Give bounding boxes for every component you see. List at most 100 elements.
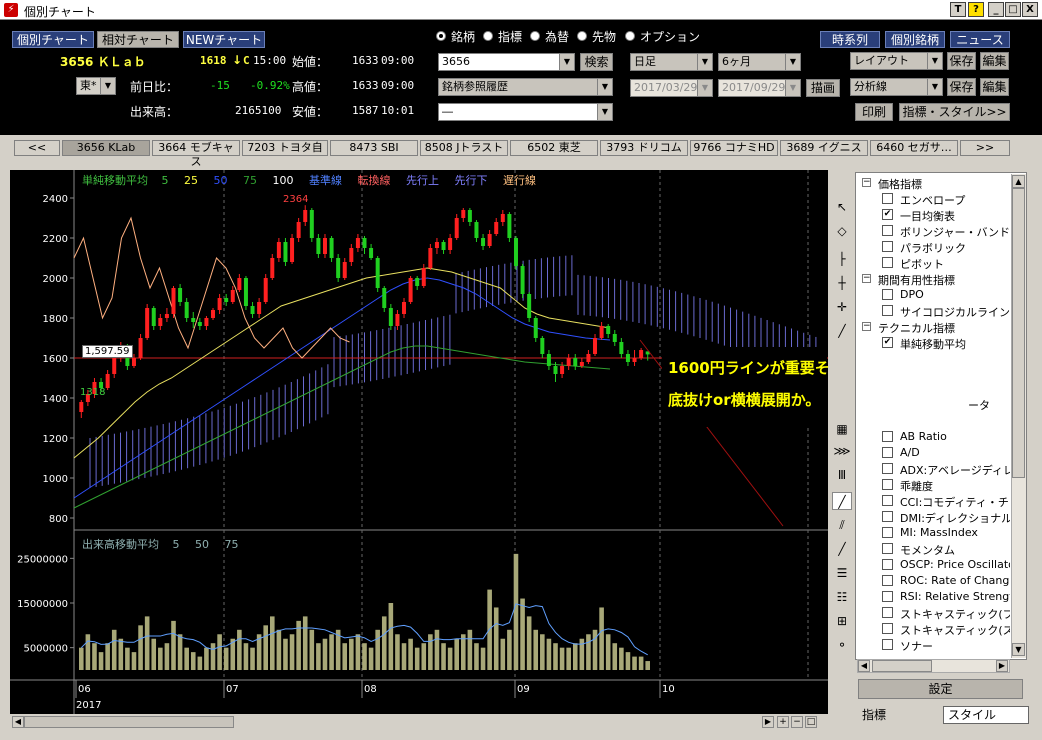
tab-ticker[interactable]: 7203 トヨタ自 bbox=[242, 140, 328, 156]
maximize-button[interactable]: □ bbox=[1005, 2, 1021, 17]
checkbox[interactable] bbox=[882, 225, 893, 236]
indicator-item[interactable]: A/D bbox=[882, 446, 920, 459]
tab-style[interactable]: スタイル bbox=[943, 706, 1029, 724]
indicator-item[interactable]: ROC: Rate of Change bbox=[882, 574, 1010, 587]
indicator-item[interactable]: ストキャスティック(ス bbox=[882, 622, 1010, 638]
collapse-icon[interactable]: − bbox=[862, 322, 871, 331]
indicator-item[interactable]: ソナー bbox=[882, 638, 933, 654]
tab-next[interactable]: >> bbox=[960, 140, 1010, 156]
checkbox[interactable] bbox=[882, 495, 893, 506]
indicator-item[interactable]: パラボリック bbox=[882, 240, 966, 256]
hscroll-thumb[interactable] bbox=[872, 660, 932, 672]
tab-ticker[interactable]: 3656 KLab bbox=[62, 140, 150, 156]
checkbox[interactable] bbox=[882, 431, 893, 442]
date-from[interactable]: 2017/03/29 ▼ bbox=[630, 79, 713, 97]
chart-scroll-thumb[interactable] bbox=[24, 716, 234, 728]
checkbox[interactable] bbox=[882, 289, 893, 300]
code-input[interactable]: 3656 ▼ bbox=[438, 53, 575, 71]
radio-option[interactable] bbox=[625, 31, 635, 41]
checkbox[interactable] bbox=[882, 527, 893, 538]
indicator-item[interactable]: OSCP: Price Oscillato bbox=[882, 558, 1010, 571]
chart-scroll-left-icon[interactable]: ◀ bbox=[12, 716, 24, 728]
indicator-item[interactable]: RSI: Relative Strength bbox=[882, 590, 1010, 603]
tab-new-chart[interactable]: NEWチャート bbox=[183, 31, 265, 48]
checkbox[interactable] bbox=[882, 543, 893, 554]
timeseries-button[interactable]: 時系列 bbox=[820, 31, 880, 48]
fib-ext-icon[interactable]: ☷ bbox=[832, 588, 852, 606]
checkbox[interactable] bbox=[882, 257, 893, 268]
minimize-button[interactable]: _ bbox=[988, 2, 1004, 17]
trendline-icon[interactable]: ╱ bbox=[832, 322, 852, 340]
indicator-group[interactable]: − 期間有用性指標 bbox=[862, 272, 955, 288]
scroll-down-icon[interactable]: ▼ bbox=[1012, 643, 1025, 656]
radio-brand[interactable] bbox=[436, 31, 446, 41]
save-layout-button[interactable]: 保存 bbox=[947, 52, 976, 70]
vline-icon[interactable]: ┼ bbox=[832, 274, 852, 292]
tab-indicator[interactable]: 指標 bbox=[858, 706, 940, 724]
analysis-select[interactable]: 分析線 ▼ bbox=[850, 78, 943, 96]
individual-button[interactable]: 個別銘柄 bbox=[885, 31, 945, 48]
indicator-group[interactable]: − 価格指標 bbox=[862, 176, 922, 192]
period-type-select[interactable]: 日足 ▼ bbox=[630, 53, 713, 71]
checkbox[interactable] bbox=[882, 623, 893, 634]
tab-ticker[interactable]: 8508 Jトラスト bbox=[420, 140, 508, 156]
node-icon[interactable]: ⚬ bbox=[832, 636, 852, 654]
blank-select[interactable]: ― ▼ bbox=[438, 103, 613, 121]
scroll-right-icon[interactable]: ▶ bbox=[996, 660, 1008, 672]
indicator-item[interactable]: サイコロジカルライン bbox=[882, 304, 1010, 320]
tab-relative-chart[interactable]: 相対チャート bbox=[97, 31, 179, 48]
parallel-icon[interactable]: ⫽ bbox=[832, 516, 852, 534]
indicator-item[interactable]: 乖離度 bbox=[882, 478, 933, 494]
zoom-in-icon[interactable]: + bbox=[777, 716, 789, 728]
tab-ticker[interactable]: 8473 SBI bbox=[330, 140, 418, 156]
indicator-item[interactable]: MI: MassIndex bbox=[882, 526, 978, 539]
print-button[interactable]: 印刷 bbox=[855, 103, 893, 121]
indicator-item[interactable]: エンベロープ bbox=[882, 192, 965, 208]
save-analysis-button[interactable]: 保存 bbox=[947, 78, 976, 96]
checkbox[interactable]: ✔ bbox=[882, 337, 893, 348]
indicator-item[interactable]: モメンタム bbox=[882, 542, 955, 558]
checkbox[interactable] bbox=[882, 639, 893, 650]
font-button[interactable]: T bbox=[950, 2, 966, 17]
news-button[interactable]: ニュース bbox=[950, 31, 1010, 48]
ruler-icon[interactable]: ⊞ bbox=[832, 612, 852, 630]
tab-single-chart[interactable]: 個別チャート bbox=[12, 31, 94, 48]
pointer-icon[interactable]: ↖ bbox=[832, 198, 852, 216]
scroll-left-icon[interactable]: ◀ bbox=[858, 660, 870, 672]
search-button[interactable]: 検索 bbox=[580, 53, 613, 71]
tab-ticker[interactable]: 3664 モブキャス bbox=[152, 140, 240, 168]
draw-button[interactable]: 描画 bbox=[806, 79, 840, 97]
radio-futures[interactable] bbox=[577, 31, 587, 41]
settings-button[interactable]: 設定 bbox=[858, 679, 1023, 699]
indicator-item[interactable]: ✔ 一目均衡表 bbox=[882, 208, 955, 224]
tab-ticker[interactable]: 3793 ドリコム bbox=[600, 140, 688, 156]
bars-icon[interactable]: Ⅲ bbox=[832, 466, 852, 484]
tab-ticker[interactable]: 6502 東芝 bbox=[510, 140, 598, 156]
edit-analysis-button[interactable]: 編集 bbox=[980, 78, 1009, 96]
checkbox[interactable] bbox=[882, 511, 893, 522]
checkbox[interactable] bbox=[882, 193, 893, 204]
price-chart[interactable]: 800 1000 1200 1400 1600 1800 2000 2200 2400 50000… bbox=[10, 170, 828, 714]
indicator-style-button[interactable]: 指標・スタイル>> bbox=[899, 103, 1010, 121]
history-select[interactable]: 銘柄参照履歴 ▼ bbox=[438, 78, 613, 96]
checkbox[interactable] bbox=[882, 591, 893, 602]
zoom-out-icon[interactable]: − bbox=[791, 716, 803, 728]
checkbox[interactable] bbox=[882, 479, 893, 490]
indicator-item[interactable]: ADX:アベレージディレ bbox=[882, 462, 1010, 478]
indicator-item[interactable]: CCI:コモディティ・チャ bbox=[882, 494, 1010, 510]
checkbox[interactable] bbox=[882, 241, 893, 252]
tab-ticker[interactable]: 9766 コナミHD bbox=[690, 140, 778, 156]
indicator-item[interactable]: DPO bbox=[882, 288, 924, 301]
help-button[interactable]: ? bbox=[968, 2, 984, 17]
collapse-icon[interactable]: − bbox=[862, 274, 871, 283]
checkbox[interactable] bbox=[882, 305, 893, 316]
indicator-item[interactable]: ✔ 単純移動平均 bbox=[882, 336, 966, 352]
layout-select[interactable]: レイアウト ▼ bbox=[850, 52, 943, 70]
tab-ticker[interactable]: 6460 セガサ… bbox=[870, 140, 958, 156]
zoom-reset-icon[interactable]: □ bbox=[805, 716, 817, 728]
indicator-tree[interactable]: − 価格指標 エンベロープ ✔ 一目均衡表 ボリンジャー・バンド パラボリック ピボット − 期間… bbox=[856, 174, 1010, 658]
close-button[interactable]: X bbox=[1022, 2, 1038, 17]
chart-area[interactable]: 800 1000 1200 1400 1600 1800 2000 2200 2400 50000… bbox=[10, 170, 828, 714]
checkbox[interactable] bbox=[882, 607, 893, 618]
scroll-up-icon[interactable]: ▲ bbox=[1012, 175, 1025, 188]
